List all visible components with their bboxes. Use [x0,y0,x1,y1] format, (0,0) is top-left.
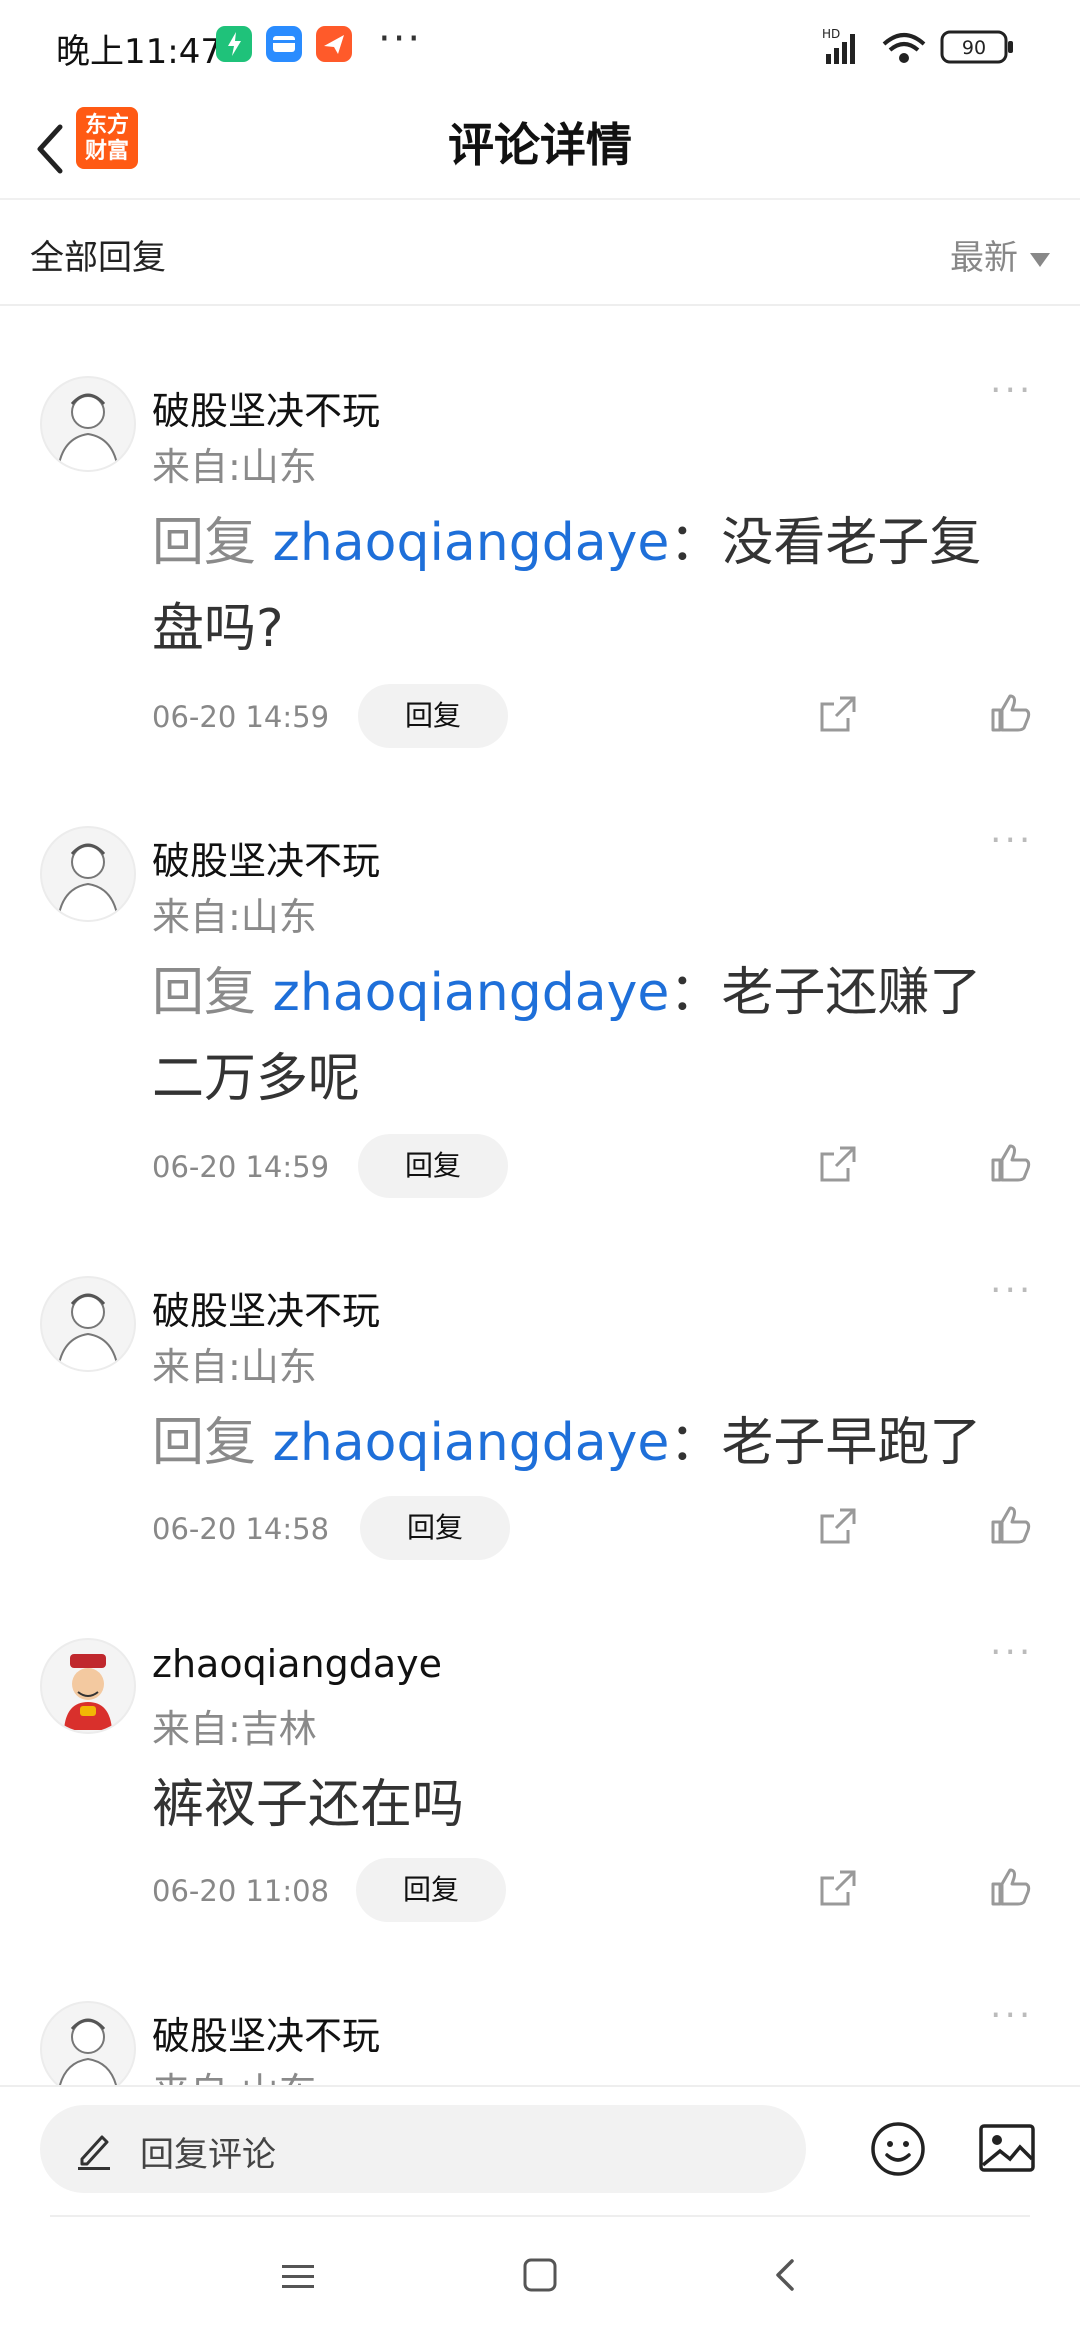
filter-bar: 全部回复 最新 [0,200,1080,306]
comment-text: 回复 zhaoqiangdaye：老子还赚了二万多呢 [152,963,982,1109]
comment-date: 06-20 14:59 [152,700,330,734]
comment-item: 破股坚决不玩 来自:山东 ··· [0,1985,1080,2085]
thumbs-up-icon[interactable] [990,1866,1032,1908]
thumbs-up-icon[interactable] [990,692,1032,734]
avatar[interactable] [40,1638,136,1734]
more-options-icon[interactable]: ··· [990,1270,1033,1311]
location: 来自:吉林 [152,1707,317,1751]
reply-bar: 回复评论 [0,2085,1080,2217]
username[interactable]: 破股坚决不玩 [152,2005,380,2060]
share-icon[interactable] [818,694,858,734]
username[interactable]: 破股坚决不玩 [152,1280,380,1335]
reply-input[interactable]: 回复评论 [40,2105,806,2193]
menu-icon[interactable] [280,2259,316,2299]
more-notifications-icon: ··· [378,16,423,62]
status-bar: 晚上11:47 ··· HD 90 [0,0,1080,95]
more-options-icon[interactable]: ··· [990,1632,1033,1673]
comment-date: 06-20 14:58 [152,1512,330,1546]
top-header: 东方 财富 评论详情 [0,95,1080,200]
page-title: 评论详情 [448,118,632,172]
status-indicators: HD 90 [822,22,1042,72]
location: 来自:山东 [152,895,317,939]
image-icon[interactable] [978,2123,1036,2173]
location: 来自:山东 [152,2061,317,2085]
emoji-icon[interactable] [870,2121,926,2177]
share-icon[interactable] [818,1868,858,1908]
avatar[interactable] [40,826,136,922]
comment-date: 06-20 14:59 [152,1150,330,1184]
comment-date: 06-20 11:08 [152,1874,330,1908]
app-notification-icon [216,26,252,62]
all-replies-label: 全部回复 [30,238,166,278]
divider [50,2215,1030,2217]
mentioned-user-link[interactable]: zhaoqiangdaye [273,1413,670,1473]
back-nav-icon[interactable] [768,2257,804,2297]
send-notification-icon [316,26,352,62]
sort-label: 最新 [950,238,1018,278]
location: 来自:山东 [152,1345,317,1389]
system-navigation-bar [0,2215,1080,2340]
share-icon[interactable] [818,1506,858,1546]
more-options-icon[interactable]: ··· [990,1995,1033,2036]
more-options-icon[interactable]: ··· [990,370,1033,411]
mentioned-user-link[interactable]: zhaoqiangdaye [273,513,670,573]
home-icon[interactable] [522,2257,558,2297]
username[interactable]: 破股坚决不玩 [152,830,380,885]
comment-text: 回复 zhaoqiangdaye：没看老子复盘吗? [152,513,982,659]
thumbs-up-icon[interactable] [990,1504,1032,1546]
username[interactable]: zhaoqiangdaye [152,1642,442,1686]
reply-button[interactable]: 回复 [358,1134,508,1198]
location: 来自:山东 [152,445,317,489]
wifi-icon [882,33,926,63]
triangle-down-icon [1030,252,1050,267]
svg-text:90: 90 [962,37,986,59]
comment-text: 裤衩子还在吗 [152,1775,465,1835]
sort-dropdown[interactable]: 最新 [950,230,1050,279]
battery-icon: 90 [940,30,1013,64]
comment-text: 回复 zhaoqiangdaye：老子早跑了 [152,1413,982,1473]
avatar[interactable] [40,2001,136,2085]
reply-button[interactable]: 回复 [356,1858,506,1922]
wallet-notification-icon [266,26,302,62]
share-icon[interactable] [818,1144,858,1184]
status-time: 晚上11:47 [56,32,222,72]
hd-label: HD [822,27,840,41]
reply-button[interactable]: 回复 [360,1496,510,1560]
mentioned-user-link[interactable]: zhaoqiangdaye [273,963,670,1023]
pencil-icon [76,2127,112,2171]
username[interactable]: 破股坚决不玩 [152,380,380,435]
thumbs-up-icon[interactable] [990,1142,1032,1184]
avatar[interactable] [40,376,136,472]
more-options-icon[interactable]: ··· [990,820,1033,861]
avatar[interactable] [40,1276,136,1372]
reply-button[interactable]: 回复 [358,684,508,748]
reply-input-placeholder: 回复评论 [140,2135,276,2175]
